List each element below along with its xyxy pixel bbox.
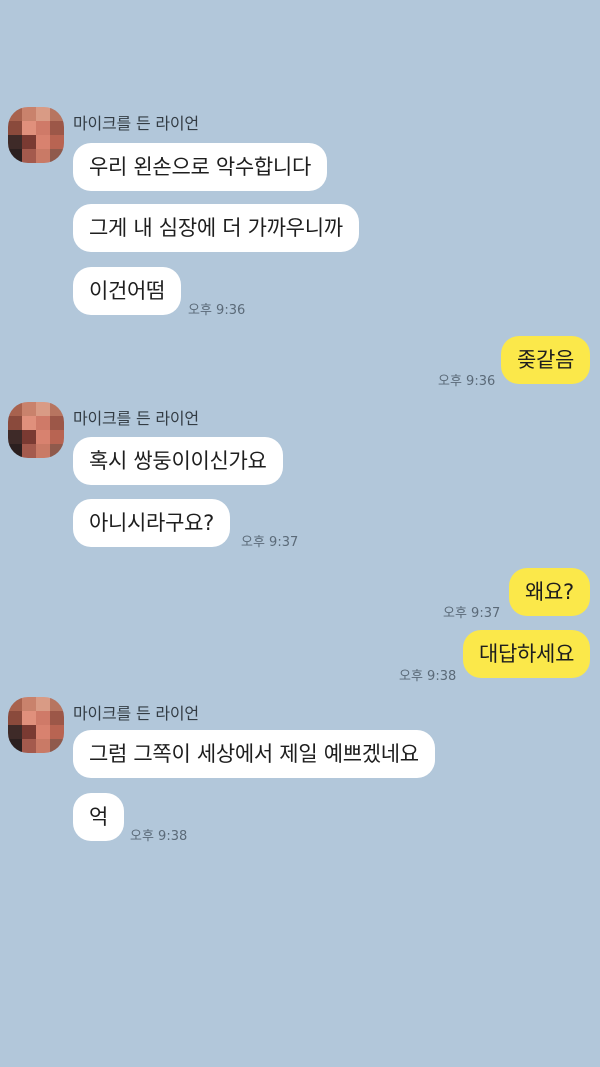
message-timestamp: 오후 9:36 bbox=[438, 374, 496, 389]
outgoing-message-bubble[interactable]: 대답하세요 bbox=[463, 630, 591, 678]
sender-avatar[interactable] bbox=[8, 697, 64, 753]
incoming-message-bubble[interactable]: 억 bbox=[73, 793, 125, 841]
message-timestamp: 오후 9:37 bbox=[443, 606, 501, 621]
chat-window: 마이크를 든 라이언 우리 왼손으로 악수합니다 그게 내 심장에 더 가까우니… bbox=[0, 0, 600, 1067]
incoming-message-bubble[interactable]: 우리 왼손으로 악수합니다 bbox=[73, 143, 327, 191]
incoming-message-bubble[interactable]: 아니시라구요? bbox=[73, 499, 230, 547]
incoming-message-bubble[interactable]: 그게 내 심장에 더 가까우니까 bbox=[73, 204, 359, 252]
sender-avatar[interactable] bbox=[8, 402, 64, 458]
outgoing-message-bubble[interactable]: 왜요? bbox=[509, 568, 590, 616]
message-timestamp: 오후 9:37 bbox=[241, 535, 299, 550]
outgoing-message-bubble[interactable]: 좆같음 bbox=[501, 336, 591, 384]
sender-name: 마이크를 든 라이언 bbox=[73, 704, 199, 723]
sender-name: 마이크를 든 라이언 bbox=[73, 114, 199, 133]
incoming-message-bubble[interactable]: 그럼 그쪽이 세상에서 제일 예쁘겠네요 bbox=[73, 730, 435, 778]
message-timestamp: 오후 9:36 bbox=[188, 303, 246, 318]
sender-avatar[interactable] bbox=[8, 107, 64, 163]
incoming-message-bubble[interactable]: 혹시 쌍둥이이신가요 bbox=[73, 437, 283, 485]
incoming-message-bubble[interactable]: 이건어떰 bbox=[73, 267, 182, 315]
message-timestamp: 오후 9:38 bbox=[130, 829, 188, 844]
sender-name: 마이크를 든 라이언 bbox=[73, 409, 199, 428]
message-timestamp: 오후 9:38 bbox=[399, 669, 457, 684]
